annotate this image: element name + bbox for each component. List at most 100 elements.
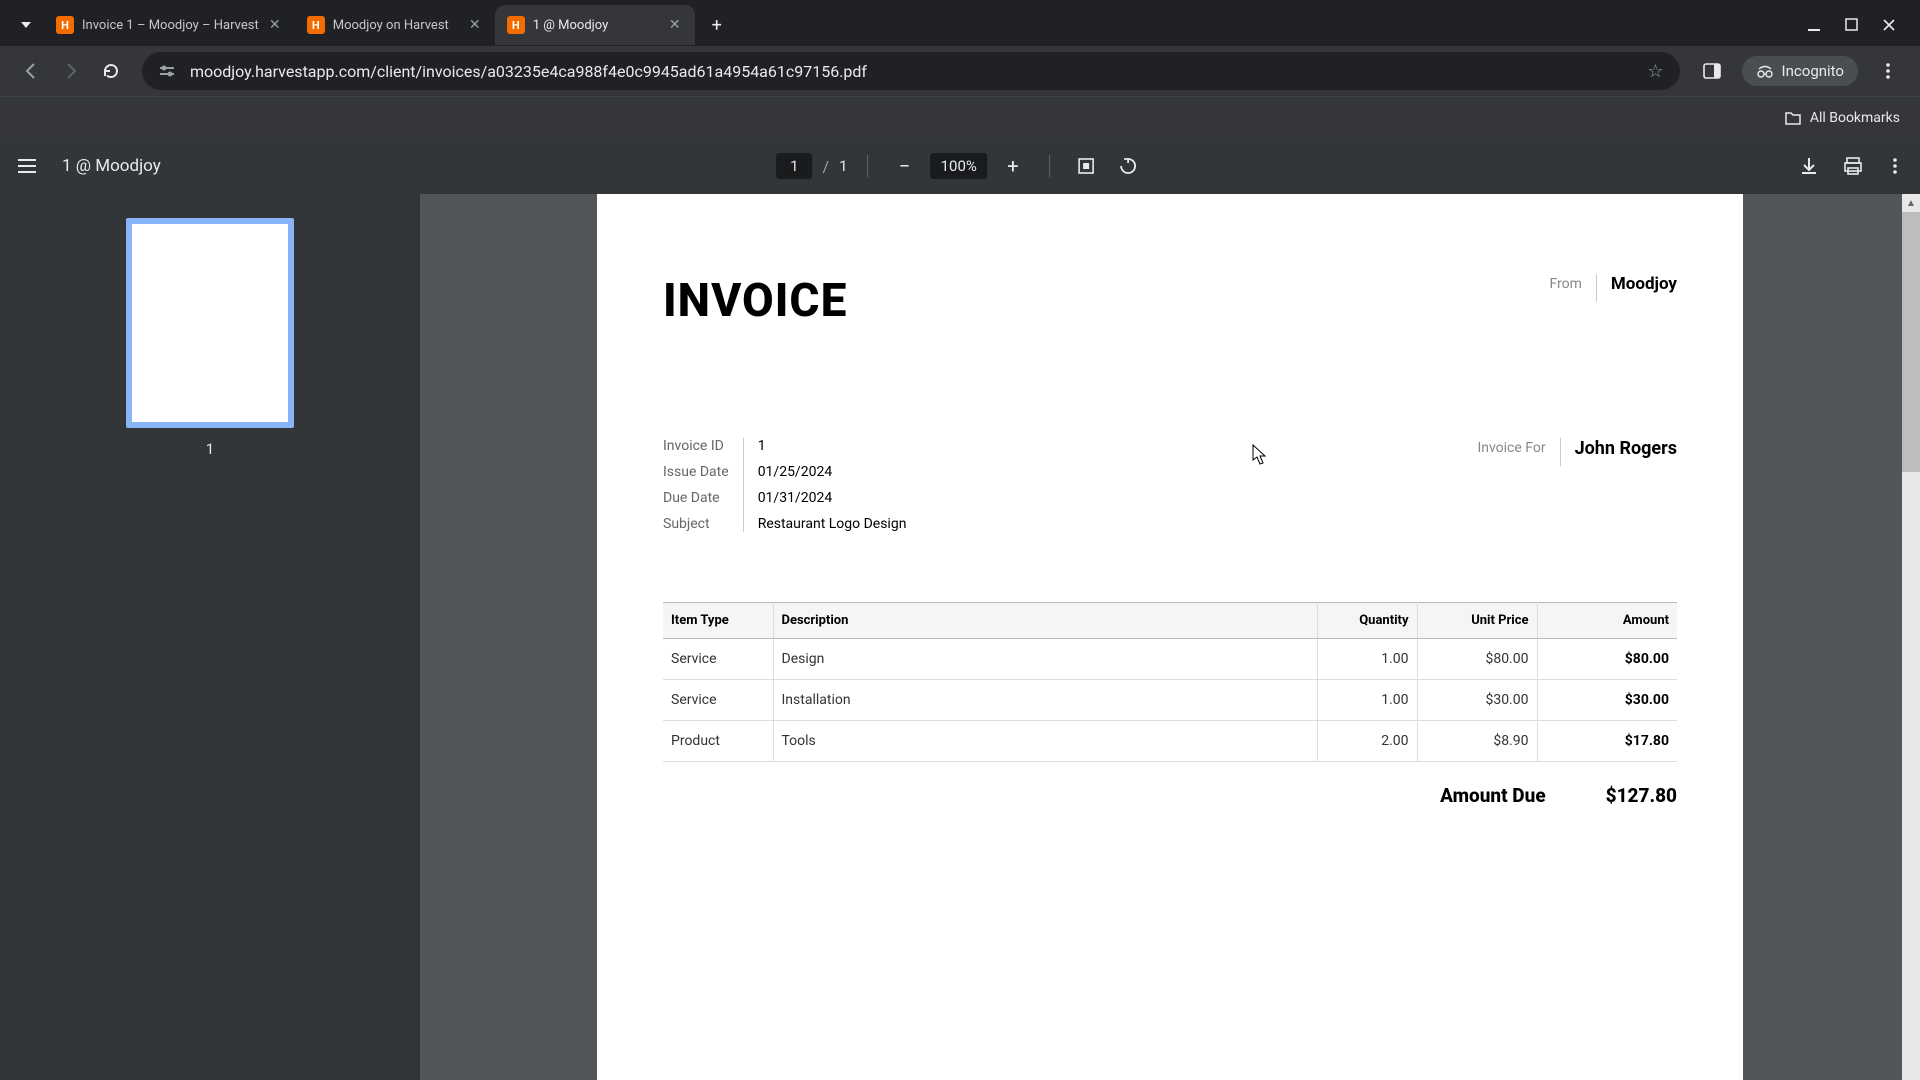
cell-quantity: 1.00 xyxy=(1317,680,1417,721)
cell-quantity: 1.00 xyxy=(1317,639,1417,680)
browser-tab[interactable]: H Moodjoy on Harvest ✕ xyxy=(295,5,495,45)
pdf-viewer-toolbar: 1 @ Moodjoy 1 / 1 − 100% + xyxy=(0,138,1920,194)
zoom-in-button[interactable]: + xyxy=(997,150,1029,182)
scrollbar-thumb[interactable] xyxy=(1902,212,1920,472)
back-button[interactable] xyxy=(20,60,42,82)
cell-description: Installation xyxy=(773,680,1317,721)
from-divider xyxy=(1596,274,1597,302)
tab-title: 1 @ Moodjoy xyxy=(533,18,659,33)
meta-value-id: 1 xyxy=(758,438,907,454)
toolbar-divider xyxy=(868,155,869,177)
cell-amount: $30.00 xyxy=(1537,680,1677,721)
cell-item-type: Service xyxy=(663,639,773,680)
invoice-items-table: Item Type Description Quantity Unit Pric… xyxy=(663,602,1677,762)
pdf-menu-icon[interactable] xyxy=(16,155,44,177)
table-row: Service Installation 1.00 $30.00 $30.00 xyxy=(663,680,1677,721)
cell-item-type: Service xyxy=(663,680,773,721)
window-minimize-button[interactable] xyxy=(1807,18,1821,32)
pdf-document-title: 1 @ Moodjoy xyxy=(62,156,161,176)
side-panel-icon[interactable] xyxy=(1698,57,1726,85)
total-pages: 1 xyxy=(839,157,847,175)
pdf-viewer-body: 1 INVOICE From Moodjoy Invoice ID Issue … xyxy=(0,194,1920,1080)
col-description: Description xyxy=(773,603,1317,639)
amount-due-label: Amount Due xyxy=(1440,784,1546,807)
for-divider xyxy=(1560,438,1561,466)
browser-tab[interactable]: H Invoice 1 – Moodjoy – Harvest ✕ xyxy=(44,5,295,45)
new-tab-button[interactable]: + xyxy=(701,9,733,41)
cell-description: Design xyxy=(773,639,1317,680)
col-amount: Amount xyxy=(1537,603,1677,639)
col-unit-price: Unit Price xyxy=(1417,603,1537,639)
meta-divider xyxy=(743,438,744,532)
cell-unit-price: $8.90 xyxy=(1417,721,1537,762)
cell-unit-price: $30.00 xyxy=(1417,680,1537,721)
browser-address-bar: moodjoy.harvestapp.com/client/invoices/a… xyxy=(0,46,1920,96)
close-tab-icon[interactable]: ✕ xyxy=(267,17,283,33)
tab-search-dropdown[interactable] xyxy=(8,7,44,43)
col-quantity: Quantity xyxy=(1317,603,1417,639)
reload-button[interactable] xyxy=(100,60,122,82)
vertical-scrollbar[interactable]: ▲ xyxy=(1902,194,1920,1080)
url-field[interactable]: moodjoy.harvestapp.com/client/invoices/a… xyxy=(142,52,1680,90)
pdf-page: INVOICE From Moodjoy Invoice ID Issue Da… xyxy=(597,194,1743,1080)
url-text: moodjoy.harvestapp.com/client/invoices/a… xyxy=(190,62,1633,81)
meta-label-id: Invoice ID xyxy=(663,438,729,454)
cell-quantity: 2.00 xyxy=(1317,721,1417,762)
incognito-label: Incognito xyxy=(1782,62,1844,80)
invoice-heading: INVOICE xyxy=(663,274,847,328)
meta-value-subject: Restaurant Logo Design xyxy=(758,516,907,532)
close-tab-icon[interactable]: ✕ xyxy=(667,17,683,33)
cell-description: Tools xyxy=(773,721,1317,762)
favicon-icon: H xyxy=(307,16,325,34)
amount-due-value: $127.80 xyxy=(1606,784,1677,807)
favicon-icon: H xyxy=(56,16,74,34)
close-tab-icon[interactable]: ✕ xyxy=(467,17,483,33)
amount-due-row: Amount Due $127.80 xyxy=(663,784,1677,807)
all-bookmarks-button[interactable]: All Bookmarks xyxy=(1784,109,1900,127)
cell-unit-price: $80.00 xyxy=(1417,639,1537,680)
download-button[interactable] xyxy=(1798,155,1820,177)
bookmark-bar: All Bookmarks xyxy=(0,96,1920,138)
incognito-icon xyxy=(1756,62,1774,80)
col-item-type: Item Type xyxy=(663,603,773,639)
meta-label-issue: Issue Date xyxy=(663,464,729,480)
cell-item-type: Product xyxy=(663,721,773,762)
thumbnail-panel: 1 xyxy=(0,194,420,1080)
site-settings-icon[interactable] xyxy=(158,62,176,80)
meta-label-due: Due Date xyxy=(663,490,729,506)
forward-button[interactable] xyxy=(60,60,82,82)
zoom-level[interactable]: 100% xyxy=(931,153,987,179)
window-close-button[interactable] xyxy=(1882,18,1896,32)
rotate-button[interactable] xyxy=(1112,150,1144,182)
bookmark-star-icon[interactable]: ☆ xyxy=(1647,61,1663,82)
scroll-up-arrow[interactable]: ▲ xyxy=(1902,194,1920,212)
tab-title: Moodjoy on Harvest xyxy=(333,18,459,33)
current-page-input[interactable]: 1 xyxy=(776,153,812,179)
tab-title: Invoice 1 – Moodjoy – Harvest xyxy=(82,18,259,33)
table-row: Service Design 1.00 $80.00 $80.00 xyxy=(663,639,1677,680)
window-maximize-button[interactable] xyxy=(1845,18,1858,32)
zoom-out-button[interactable]: − xyxy=(889,150,921,182)
for-name: John Rogers xyxy=(1575,438,1677,459)
page-separator: / xyxy=(823,157,830,176)
fit-page-button[interactable] xyxy=(1070,150,1102,182)
invoice-for-block: Invoice For John Rogers xyxy=(1477,438,1677,532)
cell-amount: $17.80 xyxy=(1537,721,1677,762)
meta-value-due: 01/31/2024 xyxy=(758,490,907,506)
toolbar-divider xyxy=(1049,155,1050,177)
pdf-more-icon[interactable] xyxy=(1886,157,1904,175)
thumbnail-label: 1 xyxy=(206,440,214,458)
favicon-icon: H xyxy=(507,16,525,34)
pdf-page-area[interactable]: INVOICE From Moodjoy Invoice ID Issue Da… xyxy=(420,194,1920,1080)
page-thumbnail[interactable] xyxy=(126,218,294,428)
from-name: Moodjoy xyxy=(1611,274,1677,294)
browser-tab-strip: H Invoice 1 – Moodjoy – Harvest ✕ H Mood… xyxy=(0,0,1920,46)
all-bookmarks-label: All Bookmarks xyxy=(1810,110,1900,126)
print-button[interactable] xyxy=(1842,155,1864,177)
browser-tab-active[interactable]: H 1 @ Moodjoy ✕ xyxy=(495,5,695,45)
chrome-menu-icon[interactable] xyxy=(1874,57,1902,85)
from-block: From Moodjoy xyxy=(1549,274,1677,302)
meta-value-issue: 01/25/2024 xyxy=(758,464,907,480)
incognito-badge[interactable]: Incognito xyxy=(1742,56,1858,86)
table-row: Product Tools 2.00 $8.90 $17.80 xyxy=(663,721,1677,762)
